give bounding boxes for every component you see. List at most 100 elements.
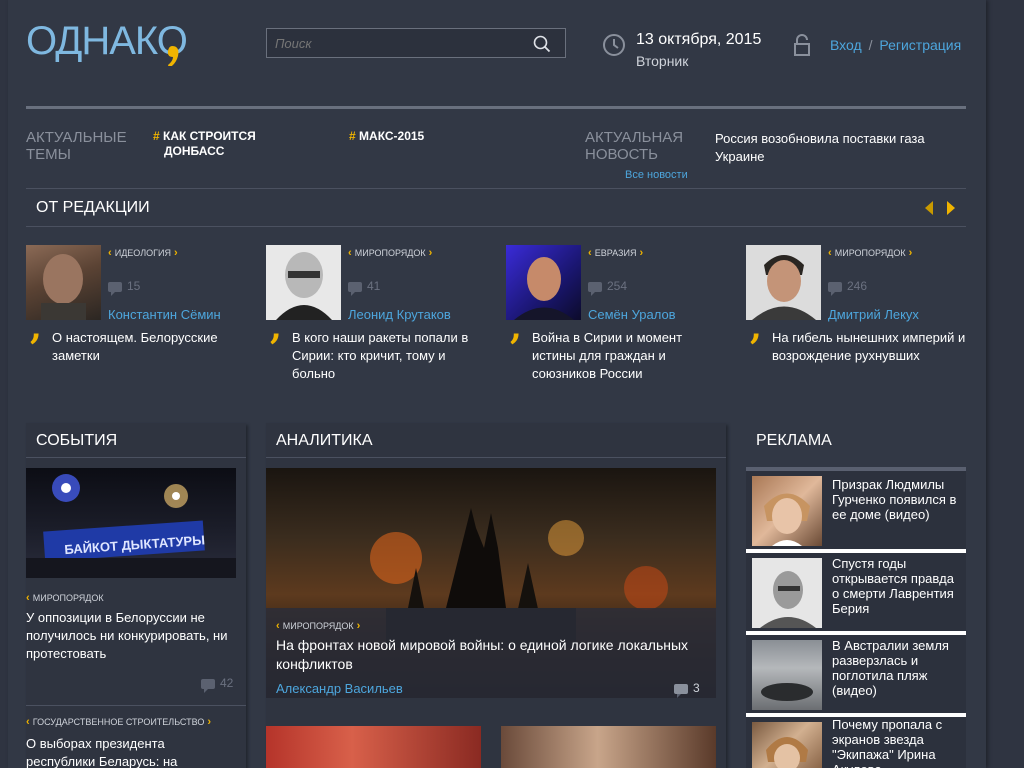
comment-icon [108, 281, 122, 296]
next-arrow-icon[interactable] [945, 200, 957, 221]
event-comment-count: 42 [201, 676, 233, 693]
prev-arrow-icon[interactable] [923, 200, 935, 221]
register-link[interactable]: Регистрация [879, 37, 961, 53]
ad-item[interactable]: В Австралии земля разверзлась и поглотил… [746, 635, 966, 713]
analytics-panel: АНАЛИТИКА ‹ МИРОПОРЯДОК › На фронтах нов… [266, 423, 726, 768]
ad-item[interactable]: Почему пропала с экранов звезда "Экипажа… [746, 717, 966, 768]
topic-line2: ДОНБАСС [164, 144, 225, 158]
topics-label-line1: АКТУАЛЬНЫЕ [26, 129, 127, 146]
ad-text[interactable]: Спустя годы открывается правда о смерти … [832, 556, 962, 616]
analytics-title: АНАЛИТИКА [276, 432, 373, 449]
card-tag-label: ЕВРАЗИЯ [594, 248, 637, 258]
analytics-author[interactable]: Александр Васильев [276, 681, 403, 696]
editorial-card[interactable]: ‹ МИРОПОРЯДОК › 246 Дмитрий Лекух , На г… [746, 245, 976, 385]
card-author[interactable]: Константин Сёмин [108, 307, 221, 322]
editorial-card[interactable]: ‹ ИДЕОЛОГИЯ › 15 Константин Сёмин , О на… [26, 245, 256, 385]
card-title[interactable]: Война в Сирии и момент истины для гражда… [532, 329, 727, 383]
comment-count: 41 [348, 279, 381, 296]
ad-text[interactable]: Призрак Людмилы Гурченко появился в ее д… [832, 477, 962, 522]
card-title[interactable]: На гибель нынешних империй и возрождение… [772, 329, 972, 365]
card-title[interactable]: В кого наши ракеты попали в Сирии: кто к… [292, 329, 487, 383]
news-label: АКТУАЛЬНАЯ НОВОСТЬ [585, 129, 683, 163]
editorial-card[interactable]: ‹ МИРОПОРЯДОК › 41 Леонид Крутаков , В к… [266, 245, 496, 385]
ad-photo [752, 640, 822, 710]
search-input[interactable] [275, 34, 525, 52]
comment-count: 15 [108, 279, 141, 296]
card-tag-label: МИРОПОРЯДОК [834, 248, 906, 258]
editorial-title: ОТ РЕДАКЦИИ [36, 199, 150, 216]
card-author[interactable]: Дмитрий Лекух [828, 307, 919, 322]
card-tag-label: ИДЕОЛОГИЯ [114, 248, 171, 258]
analytics-headline[interactable]: На фронтах новой мировой войны: о единой… [276, 636, 706, 674]
ad-item[interactable]: Призрак Людмилы Гурченко появился в ее д… [746, 471, 966, 549]
login-link[interactable]: Вход [830, 37, 862, 53]
news-headline[interactable]: Россия возобновила поставки газа Украине [715, 130, 955, 166]
comment-count-value: 41 [367, 279, 381, 293]
editorial-divider [26, 226, 966, 227]
comment-icon [588, 281, 602, 296]
card-title[interactable]: О настоящем. Белорусские заметки [52, 329, 247, 365]
comment-icon [201, 678, 215, 693]
ad-item[interactable]: Спустя годы открывается правда о смерти … [746, 553, 966, 631]
event-divider [26, 705, 246, 706]
news-label-line1: АКТУАЛЬНАЯ [585, 129, 684, 146]
all-news-link[interactable]: Все новости [625, 169, 688, 181]
clock-icon [602, 33, 626, 62]
card-tag-label: МИРОПОРЯДОК [354, 248, 426, 258]
ad-photo [752, 722, 822, 768]
card-tag[interactable]: ‹ МИРОПОРЯДОК › [348, 247, 432, 259]
lock-icon [793, 33, 811, 62]
events-photo[interactable]: БАЙКОТ ДЫКТАТУРЫ [26, 468, 236, 578]
event-tag[interactable]: ‹ ГОСУДАРСТВЕННОЕ СТРОИТЕЛЬСТВО › [26, 716, 211, 728]
comment-icon [674, 683, 688, 698]
site-logo[interactable]: ОДНАКО [26, 16, 196, 68]
analytics-thumb-2[interactable] [501, 726, 716, 768]
current-date: 13 октября, 2015 [636, 31, 762, 48]
header-divider [26, 106, 966, 109]
search-box[interactable] [266, 28, 566, 58]
quote-icon: , [270, 308, 282, 348]
ad-photo [752, 558, 822, 628]
events-title: СОБЫТИЯ [36, 432, 118, 449]
comment-count: 246 [828, 279, 867, 296]
topic-line1: КАК СТРОИТСЯ [163, 129, 256, 143]
topic-item-maks[interactable]: # МАКС-2015 [349, 129, 424, 143]
topic-hash: # [153, 129, 160, 143]
card-tag[interactable]: ‹ ИДЕОЛОГИЯ › [108, 247, 178, 259]
event-tag-label: МИРОПОРЯДОК [32, 593, 104, 603]
card-author[interactable]: Семён Уралов [588, 307, 676, 322]
comment-icon [348, 281, 362, 296]
event-tag[interactable]: ‹ МИРОПОРЯДОК [26, 592, 104, 604]
news-label-line2: НОВОСТЬ [585, 146, 659, 163]
topics-divider [26, 188, 966, 189]
comment-count: 254 [588, 279, 628, 296]
event-tag-label: ГОСУДАРСТВЕННОЕ СТРОИТЕЛЬСТВО [32, 717, 205, 727]
logo-mark: ОДНАКО [26, 19, 188, 68]
auth-links: Вход / Регистрация [830, 37, 961, 53]
editorial-card[interactable]: ‹ ЕВРАЗИЯ › 254 Семён Уралов , Война в С… [506, 245, 736, 385]
quote-icon: , [30, 308, 42, 348]
card-author[interactable]: Леонид Крутаков [348, 307, 451, 322]
comment-count-value: 254 [607, 279, 628, 293]
card-tag[interactable]: ‹ МИРОПОРЯДОК › [828, 247, 912, 259]
topics-label-line2: ТЕМЫ [26, 146, 71, 163]
event-title[interactable]: У оппозиции в Белоруссии не получилось н… [26, 609, 236, 663]
current-weekday: Вторник [636, 53, 689, 69]
ad-text[interactable]: Почему пропала с экранов звезда "Экипажа… [832, 717, 962, 768]
analytics-divider [266, 457, 726, 458]
page: ОДНАКО 13 октября, 2015 Вторник Вход / Р… [8, 0, 986, 768]
card-tag[interactable]: ‹ ЕВРАЗИЯ › [588, 247, 643, 259]
auth-separator: / [868, 37, 873, 53]
analytics-tag[interactable]: ‹ МИРОПОРЯДОК › [276, 620, 360, 632]
analytics-tag-label: МИРОПОРЯДОК [282, 621, 354, 631]
event-title[interactable]: О выборах президента республики Беларусь… [26, 735, 236, 768]
logo-text: ОДНАКО [26, 19, 187, 63]
ads-title: РЕКЛАМА [756, 432, 832, 449]
quote-icon: , [750, 308, 762, 348]
ad-text[interactable]: В Австралии земля разверзлась и поглотил… [832, 638, 962, 698]
search-icon[interactable] [533, 35, 551, 58]
analytics-thumb-1[interactable] [266, 726, 481, 768]
comment-count-value: 15 [127, 279, 141, 293]
topic-item-donbass[interactable]: # КАК СТРОИТСЯ ДОНБАСС [153, 129, 256, 159]
ads-panel: РЕКЛАМА Призрак Людмилы Гурченко появилс… [746, 423, 966, 768]
